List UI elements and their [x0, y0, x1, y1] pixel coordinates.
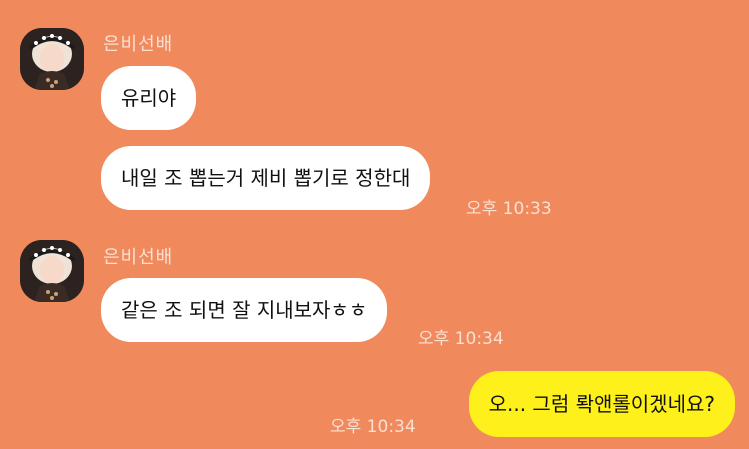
sender-avatar[interactable]: [20, 28, 84, 90]
outgoing-message-bubble[interactable]: 오... 그럼 롹앤롤이겠네요?: [468, 371, 735, 437]
message-bubble[interactable]: 내일 조 뽑는거 제비 뽑기로 정한대: [101, 146, 431, 210]
profile-photo-icon: [20, 28, 84, 90]
message-timestamp: 오후 10:33: [466, 199, 552, 219]
message-timestamp: 오후 10:34: [418, 329, 504, 349]
sender-name: 은비선배: [103, 247, 174, 268]
sender-name: 은비선배: [103, 34, 174, 55]
message-timestamp: 오후 10:34: [330, 417, 416, 437]
message-bubble[interactable]: 같은 조 되면 잘 지내보자ㅎㅎ: [101, 278, 388, 342]
profile-photo-icon: [20, 240, 84, 302]
message-bubble[interactable]: 유리야: [101, 66, 197, 130]
sender-avatar[interactable]: [20, 240, 84, 302]
